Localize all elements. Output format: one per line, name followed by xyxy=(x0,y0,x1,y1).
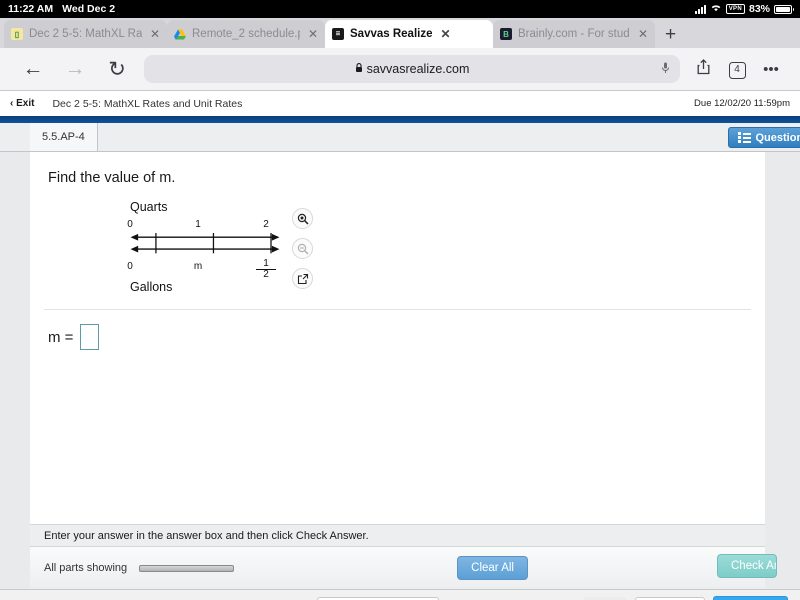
google-drive-icon xyxy=(174,28,186,40)
chevron-left-icon: ‹ xyxy=(10,98,14,109)
reload-button[interactable]: ↻ xyxy=(96,57,138,82)
list-icon xyxy=(738,132,751,143)
answer-prefix: m = xyxy=(48,328,74,346)
cellular-signal-icon xyxy=(694,4,706,14)
assignment-title: Dec 2 5-5: MathXL Rates and Unit Rates xyxy=(52,97,243,110)
close-icon[interactable]: ✕ xyxy=(308,27,318,41)
answer-input[interactable] xyxy=(80,324,100,350)
bottom-navigation-bar: Review progress Question 4 of 16 Go ← Ba… xyxy=(0,589,800,600)
question-tab-row: 5.5.AP-4 Question xyxy=(0,123,800,152)
question-prompt: Find the value of m. xyxy=(48,170,176,186)
zoom-in-icon[interactable] xyxy=(292,208,313,229)
bottom-axis-label: Gallons xyxy=(130,280,173,294)
new-tab-button[interactable]: + xyxy=(655,22,686,48)
exercise-actions-bar: All parts showing Clear All Check Answer xyxy=(30,546,777,589)
browser-tab-2-title: Remote_2 schedule.ppt xyxy=(192,28,300,40)
address-bar[interactable]: savvasrealize.com xyxy=(144,55,680,83)
close-icon[interactable]: ✕ xyxy=(440,27,450,41)
double-number-line-diagram: Quarts 0 1 2 0 m 1 2 Gallons xyxy=(98,200,298,300)
top-tick-0: 0 xyxy=(127,219,133,230)
instruction-text: Enter your answer in the answer box and … xyxy=(44,529,369,542)
close-icon[interactable]: ✕ xyxy=(150,27,160,41)
share-button[interactable] xyxy=(686,59,720,79)
question-list-button[interactable]: Question xyxy=(728,127,800,148)
savvas-icon: ☰ xyxy=(332,28,344,40)
diagram-area: Quarts 0 1 2 0 m 1 2 Gallons xyxy=(30,186,765,301)
question-id-label: 5.5.AP-4 xyxy=(42,131,85,143)
browser-tab-4-title: Brainly.com - For studen xyxy=(518,28,630,40)
browser-toolbar: ← → ↻ savvasrealize.com 4 ••• xyxy=(0,48,800,91)
ios-status-bar: 11:22 AM Wed Dec 2 VPN 83% xyxy=(0,0,800,18)
microphone-icon[interactable] xyxy=(661,62,670,77)
forward-button[interactable]: → xyxy=(54,57,96,81)
fraction-numerator: 1 xyxy=(263,258,269,269)
url-text: savvasrealize.com xyxy=(366,62,470,76)
more-options-button[interactable]: ••• xyxy=(754,61,788,78)
bottom-tick-half: 1 2 xyxy=(256,259,276,280)
top-tick-1: 1 xyxy=(195,219,201,230)
battery-percent: 83% xyxy=(748,3,770,15)
lock-icon xyxy=(355,63,363,75)
wifi-icon xyxy=(710,3,722,15)
back-button[interactable]: ← xyxy=(12,57,54,81)
battery-icon xyxy=(774,4,794,14)
zoom-out-icon[interactable] xyxy=(292,238,313,259)
status-date: Wed Dec 2 xyxy=(62,3,116,15)
diagram-tools xyxy=(292,208,313,289)
exit-button[interactable]: ‹ Exit xyxy=(10,98,34,109)
due-date: Due 12/02/20 11:59pm xyxy=(694,98,790,109)
browser-tab-strip: ▯ Dec 2 5-5: MathXL Rates ✕ Remote_2 sch… xyxy=(0,18,800,48)
parts-status: All parts showing xyxy=(44,562,128,574)
brainly-icon: B xyxy=(500,28,512,40)
number-line-graphic xyxy=(130,233,280,254)
fraction-denominator: 2 xyxy=(256,269,276,280)
browser-tab-3[interactable]: ☰ Savvas Realize ✕ xyxy=(325,20,493,48)
question-list-label: Question xyxy=(755,131,800,144)
vpn-badge: VPN xyxy=(725,4,745,14)
open-in-new-window-icon[interactable] xyxy=(292,268,313,289)
browser-tab-1-title: Dec 2 5-5: MathXL Rates xyxy=(29,28,142,40)
clear-all-button[interactable]: Clear All xyxy=(457,556,528,580)
top-tick-2: 2 xyxy=(263,219,269,230)
google-classroom-icon: ▯ xyxy=(11,28,23,40)
instruction-strip: Enter your answer in the answer box and … xyxy=(30,524,765,546)
exit-label: Exit xyxy=(16,98,35,109)
top-axis-label: Quarts xyxy=(130,200,168,214)
next-nav-button[interactable]: Next → xyxy=(712,596,788,600)
bottom-tick-m: m xyxy=(193,261,203,272)
close-icon[interactable]: ✕ xyxy=(638,27,648,41)
tab-overview-button[interactable]: 4 xyxy=(720,59,754,79)
answer-row: m = xyxy=(44,309,751,364)
exercise-stage: Find the value of m. Quarts 0 1 2 0 m 1 … xyxy=(0,152,800,589)
question-card: Find the value of m. Quarts 0 1 2 0 m 1 … xyxy=(30,152,765,526)
browser-tab-4[interactable]: B Brainly.com - For studen ✕ xyxy=(493,20,655,48)
parts-progress-bar[interactable] xyxy=(139,564,235,572)
app-header: ‹ Exit Dec 2 5-5: MathXL Rates and Unit … xyxy=(0,91,800,116)
brand-accent-bar xyxy=(0,116,800,123)
check-answer-button[interactable]: Check Answer xyxy=(717,554,777,578)
browser-tab-2[interactable]: Remote_2 schedule.ppt ✕ xyxy=(167,20,325,48)
question-id-tab[interactable]: 5.5.AP-4 xyxy=(30,123,98,151)
browser-tab-3-title: Savvas Realize xyxy=(350,28,433,40)
bottom-tick-0: 0 xyxy=(127,261,133,272)
status-time: 11:22 AM xyxy=(8,3,54,15)
browser-tab-1[interactable]: ▯ Dec 2 5-5: MathXL Rates ✕ xyxy=(4,20,167,48)
